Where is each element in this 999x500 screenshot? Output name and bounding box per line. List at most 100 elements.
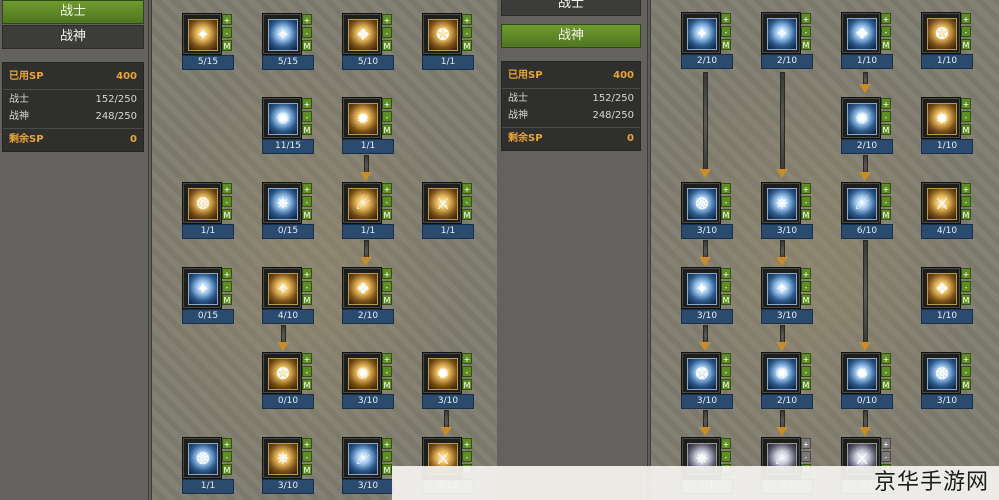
- max-level-button[interactable]: M: [961, 379, 971, 390]
- skill-slot[interactable]: ❖ + - M 2/10: [342, 267, 394, 325]
- plus-button[interactable]: +: [881, 438, 891, 449]
- skill-icon-frame[interactable]: ☄: [342, 437, 382, 479]
- max-level-button[interactable]: M: [462, 209, 472, 220]
- skill-icon-frame[interactable]: ✹: [921, 97, 961, 139]
- plus-button[interactable]: +: [222, 183, 232, 194]
- skill-slot[interactable]: ✹ + - M 3/10: [422, 352, 474, 410]
- plus-button[interactable]: +: [961, 13, 971, 24]
- skill-icon-frame[interactable]: ⚔: [422, 182, 462, 224]
- minus-button[interactable]: -: [302, 27, 312, 38]
- skill-slot[interactable]: ✺ + - M 11/15: [262, 97, 314, 155]
- minus-button[interactable]: -: [462, 366, 472, 377]
- skill-slot[interactable]: ✹ + - M 0/10: [841, 352, 893, 410]
- max-level-button[interactable]: M: [222, 464, 232, 475]
- skill-icon-frame[interactable]: ✺: [761, 352, 801, 394]
- skill-slot[interactable]: ✧ + - M 4/10: [262, 267, 314, 325]
- skill-slot[interactable]: ❖ + - M 5/10: [342, 13, 394, 71]
- skill-slot[interactable]: ✪ + - M 0/10: [262, 352, 314, 410]
- skill-icon-frame[interactable]: ✺: [841, 97, 881, 139]
- max-level-button[interactable]: M: [801, 209, 811, 220]
- plus-button[interactable]: +: [881, 353, 891, 364]
- max-level-button[interactable]: M: [801, 294, 811, 305]
- minus-button[interactable]: -: [801, 26, 811, 37]
- tab-war-god[interactable]: 战神: [501, 24, 641, 48]
- plus-button[interactable]: +: [961, 183, 971, 194]
- plus-button[interactable]: +: [881, 13, 891, 24]
- minus-button[interactable]: -: [881, 26, 891, 37]
- max-level-button[interactable]: M: [801, 379, 811, 390]
- tab-warrior[interactable]: 战士: [501, 0, 641, 16]
- minus-button[interactable]: -: [302, 451, 312, 462]
- plus-button[interactable]: +: [881, 98, 891, 109]
- plus-button[interactable]: +: [721, 438, 731, 449]
- skill-icon-frame[interactable]: ✹: [342, 97, 382, 139]
- minus-button[interactable]: -: [881, 366, 891, 377]
- minus-button[interactable]: -: [222, 196, 232, 207]
- minus-button[interactable]: -: [801, 366, 811, 377]
- skill-slot[interactable]: ❖ + - M 1/10: [841, 12, 893, 70]
- plus-button[interactable]: +: [462, 438, 472, 449]
- minus-button[interactable]: -: [961, 366, 971, 377]
- max-level-button[interactable]: M: [302, 209, 312, 220]
- skill-icon-frame[interactable]: ✵: [761, 182, 801, 224]
- skill-slot[interactable]: ✺ + - M 3/10: [342, 352, 394, 410]
- minus-button[interactable]: -: [382, 366, 392, 377]
- plus-button[interactable]: +: [382, 183, 392, 194]
- max-level-button[interactable]: M: [881, 379, 891, 390]
- minus-button[interactable]: -: [222, 451, 232, 462]
- minus-button[interactable]: -: [881, 451, 891, 462]
- skill-icon-frame[interactable]: ✦: [182, 267, 222, 309]
- max-level-button[interactable]: M: [881, 124, 891, 135]
- skill-slot[interactable]: ✵ + - M 3/10: [761, 182, 813, 240]
- plus-button[interactable]: +: [382, 268, 392, 279]
- minus-button[interactable]: -: [382, 111, 392, 122]
- max-level-button[interactable]: M: [302, 464, 312, 475]
- plus-button[interactable]: +: [462, 14, 472, 25]
- minus-button[interactable]: -: [961, 196, 971, 207]
- skill-icon-frame[interactable]: ✪: [262, 352, 302, 394]
- plus-button[interactable]: +: [382, 98, 392, 109]
- max-level-button[interactable]: M: [801, 39, 811, 50]
- max-level-button[interactable]: M: [222, 209, 232, 220]
- skill-icon-frame[interactable]: ☄: [841, 182, 881, 224]
- minus-button[interactable]: -: [801, 196, 811, 207]
- max-level-button[interactable]: M: [721, 39, 731, 50]
- max-level-button[interactable]: M: [222, 40, 232, 51]
- minus-button[interactable]: -: [721, 451, 731, 462]
- max-level-button[interactable]: M: [961, 209, 971, 220]
- max-level-button[interactable]: M: [462, 379, 472, 390]
- skill-icon-frame[interactable]: ❂: [921, 352, 961, 394]
- plus-button[interactable]: +: [801, 268, 811, 279]
- skill-slot[interactable]: ✧ + - M 5/15: [262, 13, 314, 71]
- skill-icon-frame[interactable]: ✧: [761, 267, 801, 309]
- plus-button[interactable]: +: [302, 268, 312, 279]
- plus-button[interactable]: +: [801, 183, 811, 194]
- skill-slot[interactable]: ✪ + - M 1/1: [422, 13, 474, 71]
- skill-slot[interactable]: ✵ + - M 3/10: [262, 437, 314, 495]
- skill-slot[interactable]: ⚔ + - M 1/1: [422, 182, 474, 240]
- skill-icon-frame[interactable]: ✦: [681, 267, 721, 309]
- skill-icon-frame[interactable]: ❂: [182, 182, 222, 224]
- skill-slot[interactable]: ✧ + - M 2/10: [761, 12, 813, 70]
- minus-button[interactable]: -: [382, 196, 392, 207]
- minus-button[interactable]: -: [881, 196, 891, 207]
- skill-slot[interactable]: ❖ + - M 1/10: [921, 267, 973, 325]
- plus-button[interactable]: +: [302, 14, 312, 25]
- skill-icon-frame[interactable]: ❂: [681, 182, 721, 224]
- skill-slot[interactable]: ❂ + - M 3/10: [921, 352, 973, 410]
- max-level-button[interactable]: M: [302, 40, 312, 51]
- skill-slot[interactable]: ✹ + - M 1/10: [921, 97, 973, 155]
- minus-button[interactable]: -: [222, 281, 232, 292]
- minus-button[interactable]: -: [462, 451, 472, 462]
- max-level-button[interactable]: M: [961, 39, 971, 50]
- skill-icon-frame[interactable]: ✪: [921, 12, 961, 54]
- plus-button[interactable]: +: [302, 98, 312, 109]
- minus-button[interactable]: -: [302, 111, 312, 122]
- skill-slot[interactable]: ✦ + - M 5/15: [182, 13, 234, 71]
- max-level-button[interactable]: M: [302, 379, 312, 390]
- skill-slot[interactable]: ✺ + - M 2/10: [841, 97, 893, 155]
- max-level-button[interactable]: M: [382, 379, 392, 390]
- skill-slot[interactable]: ✧ + - M 3/10: [761, 267, 813, 325]
- plus-button[interactable]: +: [302, 353, 312, 364]
- skill-icon-frame[interactable]: ✹: [841, 352, 881, 394]
